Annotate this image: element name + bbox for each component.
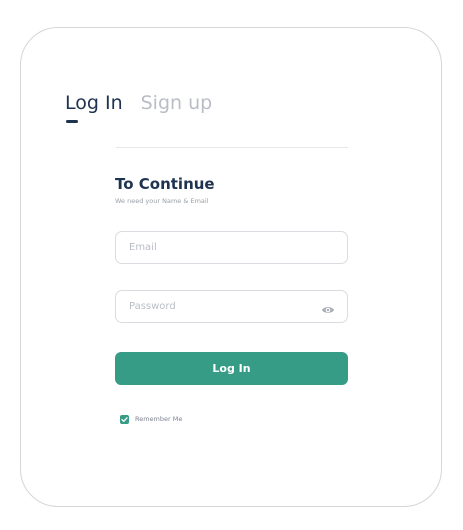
tab-signup[interactable]: Sign up: [141, 90, 213, 116]
email-input[interactable]: [116, 232, 309, 263]
password-input[interactable]: [116, 291, 309, 322]
tab-login-label: Log In: [65, 92, 123, 114]
active-tab-indicator: [66, 120, 78, 123]
check-icon: [121, 417, 128, 422]
password-field-container: [115, 290, 348, 323]
form-title: To Continue: [115, 175, 215, 193]
form-subtitle: We need your Name & Email: [115, 197, 209, 205]
tab-signup-label: Sign up: [140, 92, 213, 114]
divider: [116, 147, 348, 148]
tab-login[interactable]: Log In: [65, 90, 123, 123]
email-field-container: [115, 231, 348, 264]
auth-tabs: Log In Sign up: [65, 90, 230, 126]
login-button[interactable]: Log In: [115, 352, 348, 385]
eye-icon[interactable]: [321, 301, 335, 313]
remember-me-label: Remember Me: [135, 415, 183, 423]
remember-me: Remember Me: [120, 415, 182, 424]
remember-me-checkbox[interactable]: [120, 415, 129, 424]
